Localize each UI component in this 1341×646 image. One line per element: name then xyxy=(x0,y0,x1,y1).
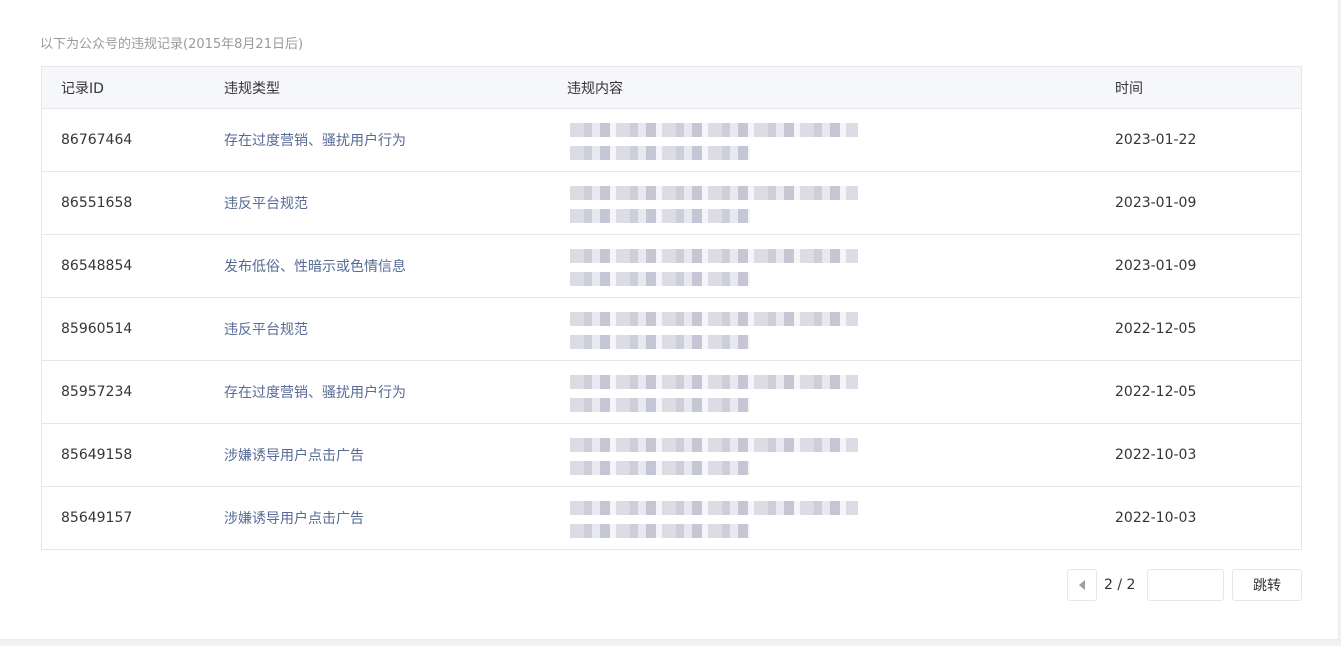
blur-line xyxy=(570,209,750,223)
page-indicator: 2 / 2 xyxy=(1104,577,1136,593)
blur-line xyxy=(570,123,858,137)
violation-type-text: 涉嫌诱导用户点击广告 xyxy=(224,511,364,527)
violation-type-text: 涉嫌诱导用户点击广告 xyxy=(224,448,364,464)
blur-line xyxy=(570,461,750,475)
table-row: 85960514 违反平台规范 2022-12-05 xyxy=(42,297,1301,360)
record-id: 86548854 xyxy=(61,258,133,274)
page-jump-input[interactable] xyxy=(1147,569,1224,601)
record-id: 85957234 xyxy=(61,384,133,400)
table-row: 85649158 涉嫌诱导用户点击广告 2022-10-03 xyxy=(42,423,1301,486)
header-record-id: 记录ID xyxy=(61,80,104,97)
record-time: 2023-01-22 xyxy=(1115,132,1197,148)
record-time: 2022-10-03 xyxy=(1115,447,1197,463)
blur-line xyxy=(570,375,858,389)
blurred-content xyxy=(558,178,858,228)
record-time: 2022-12-05 xyxy=(1115,384,1197,400)
violation-type-text: 存在过度营销、骚扰用户行为 xyxy=(224,133,406,149)
record-time: 2022-12-05 xyxy=(1115,321,1197,337)
blur-line xyxy=(570,501,858,515)
violation-type-link[interactable]: 存在过度营销、骚扰用户行为 xyxy=(224,361,406,423)
prev-page-button[interactable] xyxy=(1067,569,1097,601)
table-row: 86551658 违反平台规范 2023-01-09 xyxy=(42,171,1301,234)
record-time: 2023-01-09 xyxy=(1115,195,1197,211)
table-row: 86767464 存在过度营销、骚扰用户行为 2023-01-22 xyxy=(42,108,1301,171)
blur-line xyxy=(570,249,858,263)
blurred-content xyxy=(558,430,858,480)
table-row: 85957234 存在过度营销、骚扰用户行为 2022-12-05 xyxy=(42,360,1301,423)
record-time: 2022-10-03 xyxy=(1115,510,1197,526)
blur-line xyxy=(570,335,750,349)
violation-type-link[interactable]: 违反平台规范 xyxy=(224,298,308,360)
blurred-content xyxy=(558,241,858,291)
table-header-row: 记录ID 违规类型 违规内容 时间 xyxy=(42,67,1301,108)
record-id: 85649157 xyxy=(61,510,133,526)
blur-line xyxy=(570,146,750,160)
record-time: 2023-01-09 xyxy=(1115,258,1197,274)
blur-line xyxy=(570,272,750,286)
violation-type-link[interactable]: 违反平台规范 xyxy=(224,172,308,234)
violation-type-link[interactable]: 涉嫌诱导用户点击广告 xyxy=(224,424,364,486)
blurred-content xyxy=(558,304,858,354)
intro-text: 以下为公众号的违规记录(2015年8月21日后) xyxy=(40,37,304,52)
header-violation-content: 违规内容 xyxy=(567,80,623,97)
blur-line xyxy=(570,312,858,326)
blurred-content xyxy=(558,115,858,165)
violation-type-link[interactable]: 涉嫌诱导用户点击广告 xyxy=(224,487,364,549)
blurred-content xyxy=(558,493,858,543)
violation-type-text: 发布低俗、性暗示或色情信息 xyxy=(224,259,406,275)
blur-line xyxy=(570,398,750,412)
header-time: 时间 xyxy=(1115,80,1143,97)
violation-table: 记录ID 违规类型 违规内容 时间 86767464 存在过度营销、骚扰用户行为… xyxy=(41,66,1302,550)
triangle-left-icon xyxy=(1079,580,1085,590)
record-id: 86551658 xyxy=(61,195,133,211)
jump-button[interactable]: 跳转 xyxy=(1232,569,1302,601)
blurred-content xyxy=(558,367,858,417)
blur-line xyxy=(570,438,858,452)
violation-records-panel: 以下为公众号的违规记录(2015年8月21日后) 记录ID 违规类型 违规内容 … xyxy=(0,0,1339,640)
violation-type-link[interactable]: 发布低俗、性暗示或色情信息 xyxy=(224,235,406,297)
header-violation-type: 违规类型 xyxy=(224,80,280,97)
violation-type-link[interactable]: 存在过度营销、骚扰用户行为 xyxy=(224,109,406,171)
record-id: 85960514 xyxy=(61,321,133,337)
blur-line xyxy=(570,524,750,538)
violation-type-text: 违反平台规范 xyxy=(224,322,308,338)
table-row: 86548854 发布低俗、性暗示或色情信息 2023-01-09 xyxy=(42,234,1301,297)
record-id: 85649158 xyxy=(61,447,133,463)
violation-type-text: 存在过度营销、骚扰用户行为 xyxy=(224,385,406,401)
violation-type-text: 违反平台规范 xyxy=(224,196,308,212)
blur-line xyxy=(570,186,858,200)
record-id: 86767464 xyxy=(61,132,133,148)
table-row: 85649157 涉嫌诱导用户点击广告 2022-10-03 xyxy=(42,486,1301,549)
